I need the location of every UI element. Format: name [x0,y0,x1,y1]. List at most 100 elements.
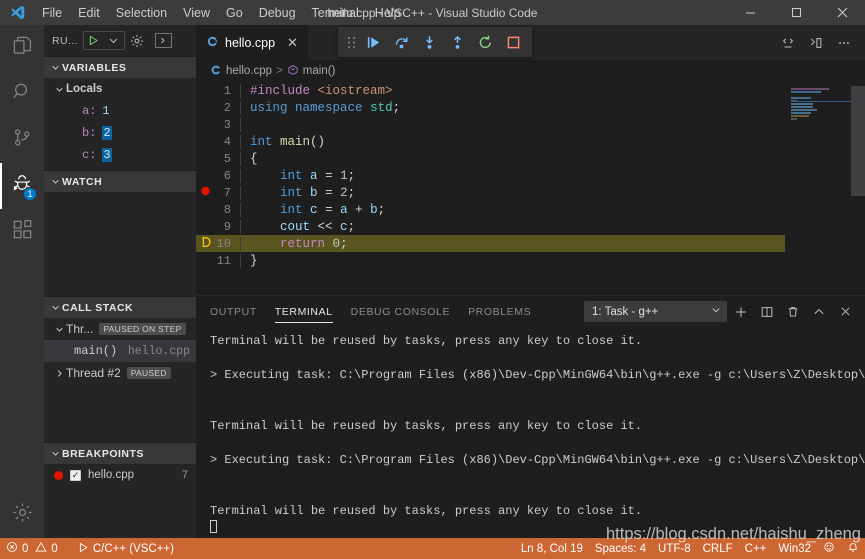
breadcrumb-symbol[interactable]: main() [303,65,336,77]
sidebar-item-extensions[interactable] [0,209,44,255]
split-editor-icon[interactable] [803,25,829,60]
manage-settings-button[interactable] [0,492,44,538]
minimize-button[interactable] [727,0,773,25]
stop-button[interactable] [500,29,526,55]
line-gutter[interactable]: 5 [196,152,240,166]
menu-debug[interactable]: Debug [251,0,304,25]
code-line[interactable]: 5{ [196,150,865,167]
launch-config-dropdown[interactable] [104,31,124,50]
breakpoint-row[interactable]: ✓ hello.cpp 7 [44,464,196,486]
line-gutter[interactable]: 11 [196,254,240,268]
line-gutter[interactable]: 4 [196,135,240,149]
breakpoints-section-header[interactable]: BREAKPOINTS [44,442,196,464]
variables-scope-locals[interactable]: Locals [44,78,196,100]
callstack-frame-row[interactable]: main() hello.cpp [44,340,196,362]
watch-section-header[interactable]: WATCH [44,170,196,192]
debug-launch-group [82,31,125,50]
status-eol[interactable]: CRLF [697,538,739,559]
variable-row-a[interactable]: a: 1 [44,100,196,122]
code-line[interactable]: 2 using namespace std; [196,99,865,116]
split-terminal-icon[interactable] [755,300,779,324]
menu-file[interactable]: File [34,0,70,25]
breakpoint-checkbox[interactable]: ✓ [70,469,81,481]
status-platform[interactable]: Win32 [772,538,817,559]
drag-handle-icon[interactable] [344,36,358,49]
status-notifications[interactable] [841,538,865,559]
debug-console-button[interactable] [154,33,172,48]
code-editor[interactable]: 1 #include <iostream> 2 using namespace std… [196,82,865,295]
more-actions-icon[interactable] [831,25,857,60]
variable-row-c[interactable]: c: 3 [44,144,196,166]
code-line[interactable]: 7 int b = 2; [196,184,865,201]
tab-problems[interactable]: PROBLEMS [468,296,531,327]
editor-tab-actions [775,25,865,60]
tab-debug-console[interactable]: DEBUG CONSOLE [351,296,450,327]
code-line[interactable]: 1 #include <iostream> [196,82,865,99]
step-over-button[interactable] [388,29,414,55]
callstack-thread2-row[interactable]: Thread #2 PAUSED [44,362,196,384]
menu-terminal[interactable]: Terminal [304,0,367,25]
sidebar-item-run-debug[interactable]: 1 [0,163,44,209]
watch-tree[interactable] [44,192,196,296]
line-gutter[interactable]: 3 [196,118,240,132]
line-gutter[interactable]: 8 [196,203,240,217]
status-task[interactable]: C/C++ (VSC++) [72,538,180,559]
open-launch-json-button[interactable] [126,31,148,50]
restart-button[interactable] [472,29,498,55]
terminal-selector[interactable]: 1: Task - g++ [584,301,727,322]
close-icon[interactable]: ✕ [287,35,298,51]
code-line[interactable]: 6 int a = 1; [196,167,865,184]
code-line[interactable]: 8 int c = a + b; [196,201,865,218]
line-gutter[interactable]: 10 [196,236,240,251]
breadcrumb-file[interactable]: hello.cpp [226,65,272,77]
line-gutter[interactable]: 6 [196,169,240,183]
callstack-thread-row[interactable]: Thr... PAUSED ON STEP [44,318,196,340]
variables-section-header[interactable]: VARIABLES [44,56,196,78]
callstack-section-header[interactable]: CALL STACK [44,296,196,318]
line-gutter[interactable]: 1 [196,84,240,98]
line-gutter[interactable]: 2 [196,101,240,115]
step-out-button[interactable] [444,29,470,55]
menu-help[interactable]: Help [367,0,409,25]
code-line[interactable]: 9 cout << c; [196,218,865,235]
close-panel-icon[interactable] [833,300,857,324]
menu-edit[interactable]: Edit [70,0,108,25]
tab-output[interactable]: OUTPUT [210,296,257,327]
line-gutter[interactable]: 9 [196,220,240,234]
variable-row-b[interactable]: b: 2 [44,122,196,144]
start-debugging-button[interactable] [84,31,104,50]
close-button[interactable] [819,0,865,25]
code-line[interactable]: 10 return 0; [196,235,865,252]
minimap[interactable] [785,82,851,295]
menu-selection[interactable]: Selection [108,0,175,25]
menu-view[interactable]: View [175,0,218,25]
maximize-panel-icon[interactable] [807,300,831,324]
sidebar-item-source-control[interactable] [0,117,44,163]
terminal-output[interactable]: Terminal will be reused by tasks, press … [196,327,865,538]
menu-go[interactable]: Go [218,0,251,25]
status-indentation[interactable]: Spaces: 4 [589,538,652,559]
step-into-button[interactable] [416,29,442,55]
editor-scrollbar[interactable] [851,82,865,295]
tab-terminal[interactable]: TERMINAL [274,296,333,327]
code-line[interactable]: 3 [196,116,865,133]
sidebar-item-search[interactable] [0,71,44,117]
status-cursor-position[interactable]: Ln 8, Col 19 [515,538,589,559]
code-line[interactable]: 4 int main() [196,133,865,150]
sidebar-item-explorer[interactable] [0,25,44,71]
run-code-icon[interactable] [775,25,801,60]
code-line[interactable]: 11} [196,252,865,269]
editor-scrollbar-thumb[interactable] [851,86,865,196]
new-terminal-icon[interactable] [729,300,753,324]
continue-button[interactable] [360,29,386,55]
tab-hello-cpp[interactable]: hello.cpp ✕ [196,25,309,60]
code-token: } [250,253,258,268]
status-encoding[interactable]: UTF-8 [652,538,697,559]
line-gutter[interactable]: 7 [196,186,240,200]
status-feedback[interactable] [817,538,841,559]
status-problems[interactable]: 0 0 [0,538,64,559]
maximize-button[interactable] [773,0,819,25]
kill-terminal-icon[interactable] [781,300,805,324]
status-language[interactable]: C++ [739,538,773,559]
breakpoint-dot-icon[interactable] [200,185,211,200]
